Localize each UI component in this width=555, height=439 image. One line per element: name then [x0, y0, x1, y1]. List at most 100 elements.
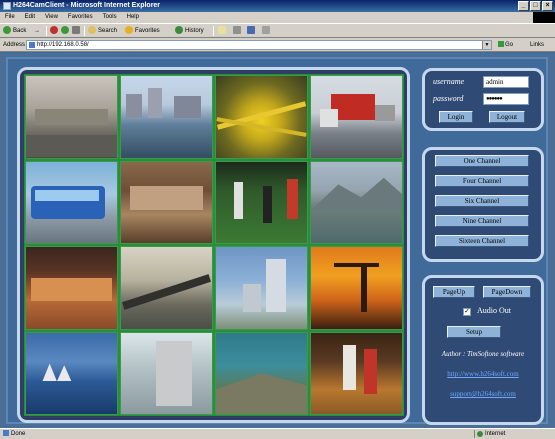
audio-out-label: Audio Out	[477, 306, 511, 315]
close-button[interactable]: ×	[542, 1, 553, 11]
back-arrow-icon	[3, 26, 11, 34]
website-link[interactable]: http://www.h264soft.com	[425, 370, 541, 378]
toolbar: Back → Search Favorites History	[0, 23, 555, 38]
video-cell-opera-house[interactable]	[25, 331, 118, 415]
menu-help[interactable]: Help	[122, 12, 144, 23]
video-grid	[24, 74, 404, 416]
go-arrow-icon	[498, 41, 504, 47]
page-done-icon	[3, 430, 9, 436]
history-icon	[175, 26, 183, 34]
address-bar: Address http://192.168.0.58/ ▼ Go Links	[0, 38, 555, 52]
title-bar[interactable]: H264CamClient - Microsoft Internet Explo…	[0, 0, 555, 12]
menu-tools[interactable]: Tools	[98, 12, 122, 23]
internet-globe-icon	[477, 431, 483, 437]
browser-window: H264CamClient - Microsoft Internet Explo…	[0, 0, 555, 439]
login-panel: username admin password ●●●●●● Login Log…	[422, 68, 544, 131]
login-button[interactable]: Login	[439, 111, 473, 123]
search-button[interactable]: Search	[88, 24, 117, 38]
menu-file[interactable]: File	[0, 12, 20, 23]
favorites-button[interactable]: Favorites	[125, 24, 160, 38]
home-icon	[72, 26, 80, 34]
username-row: username admin	[425, 76, 541, 88]
audio-out-checkbox[interactable]: ✓	[463, 308, 471, 316]
discuss-icon	[262, 26, 270, 34]
video-grid-panel	[17, 67, 410, 423]
window-title: H264CamClient - Microsoft Internet Explo…	[13, 2, 161, 9]
search-icon	[88, 26, 96, 34]
minimize-button[interactable]: _	[518, 1, 529, 11]
video-cell-cargo-truck[interactable]	[310, 75, 403, 159]
back-button[interactable]: Back	[3, 24, 26, 38]
forward-button[interactable]: →	[34, 24, 40, 38]
history-button[interactable]: History	[175, 24, 204, 38]
sixteen-channel-button[interactable]: Sixteen Channel	[435, 235, 529, 247]
menu-view[interactable]: View	[40, 12, 63, 23]
address-label: Address	[3, 42, 26, 48]
toolbar-separator	[213, 26, 214, 36]
video-cell-aerial-peninsula[interactable]	[215, 331, 308, 415]
six-channel-button[interactable]: Six Channel	[435, 195, 529, 207]
client-frame: username admin password ●●●●●● Login Log…	[6, 57, 548, 425]
favorites-star-icon	[125, 26, 133, 34]
username-input[interactable]: admin	[483, 76, 529, 88]
video-cell-sunset-crane[interactable]	[310, 246, 403, 330]
stop-button[interactable]	[50, 24, 60, 38]
maximize-button[interactable]: □	[530, 1, 541, 11]
page-content: username admin password ●●●●●● Login Log…	[0, 53, 555, 428]
video-cell-harbor-city[interactable]	[120, 75, 213, 159]
windows-logo	[533, 12, 555, 23]
video-cell-rooftop-hall[interactable]	[120, 160, 213, 244]
setup-button[interactable]: Setup	[447, 326, 501, 338]
pagedown-button[interactable]: PageDown	[483, 286, 531, 298]
nine-channel-button[interactable]: Nine Channel	[435, 215, 529, 227]
home-button[interactable]	[72, 24, 82, 38]
page-icon	[29, 42, 35, 48]
video-cell-tour-bus[interactable]	[25, 160, 118, 244]
author-text: Author : TimSoftone software	[441, 350, 525, 358]
menu-edit[interactable]: Edit	[20, 12, 40, 23]
menu-bar: File Edit View Favorites Tools Help	[0, 12, 555, 23]
video-cell-cheerleaders[interactable]	[25, 246, 118, 330]
toolbar-separator	[46, 26, 47, 36]
menu-favorites[interactable]: Favorites	[63, 12, 98, 23]
pageup-button[interactable]: PageUp	[433, 286, 475, 298]
stop-icon	[50, 26, 58, 34]
password-input[interactable]: ●●●●●●	[483, 93, 529, 105]
status-text: Done	[3, 429, 25, 439]
mail-icon	[218, 26, 226, 34]
address-input[interactable]: http://192.168.0.58/ ▼	[26, 40, 492, 50]
video-cell-apartment-blocks[interactable]	[120, 331, 213, 415]
security-zone: Internet	[474, 430, 554, 438]
video-cell-basketball[interactable]	[310, 331, 403, 415]
toolbar-separator	[84, 26, 85, 36]
discuss-button[interactable]	[262, 24, 272, 38]
four-channel-button[interactable]: Four Channel	[435, 175, 529, 187]
video-cell-skyscrapers[interactable]	[215, 246, 308, 330]
password-label: password	[433, 94, 464, 103]
email-link[interactable]: support@h264soft.com	[425, 390, 541, 398]
links-button[interactable]: Links	[530, 38, 544, 52]
address-url: http://192.168.0.58/	[37, 42, 89, 48]
edit-icon	[247, 26, 255, 34]
video-cell-highway-interchange[interactable]	[215, 75, 308, 159]
username-label: username	[433, 77, 465, 86]
video-cell-railway-bridge[interactable]	[120, 246, 213, 330]
video-cell-mountain-lake[interactable]	[310, 160, 403, 244]
control-panel: PageUp PageDown ✓ Audio Out Setup Author…	[422, 275, 544, 425]
password-row: password ●●●●●●	[425, 93, 541, 105]
print-icon	[233, 26, 241, 34]
mail-button[interactable]	[218, 24, 228, 38]
channel-panel: One Channel Four Channel Six Channel Nin…	[422, 147, 544, 262]
refresh-button[interactable]	[61, 24, 71, 38]
video-cell-rooftops[interactable]	[25, 75, 118, 159]
edit-button[interactable]	[247, 24, 257, 38]
refresh-icon	[61, 26, 69, 34]
print-button[interactable]	[233, 24, 243, 38]
logout-button[interactable]: Logout	[489, 111, 525, 123]
one-channel-button[interactable]: One Channel	[435, 155, 529, 167]
status-bar: Done Internet	[0, 428, 555, 439]
address-dropdown[interactable]: ▼	[482, 41, 491, 49]
ie-app-icon	[3, 2, 11, 10]
go-button[interactable]: Go	[498, 38, 513, 52]
video-cell-soccer-match[interactable]	[215, 160, 308, 244]
